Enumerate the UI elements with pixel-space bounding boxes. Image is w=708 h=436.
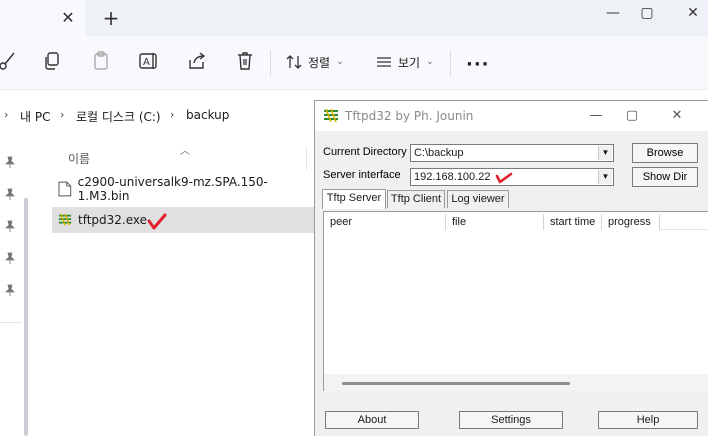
toolbar-divider	[270, 50, 271, 76]
close-window-icon[interactable]: ✕	[676, 2, 708, 24]
column-header-progress[interactable]: progress	[602, 214, 660, 230]
server-interface-value: 192.168.100.22	[414, 171, 491, 183]
pin-icon[interactable]	[4, 252, 16, 264]
copy-icon[interactable]	[42, 50, 66, 74]
file-icon	[58, 181, 72, 197]
cut-icon[interactable]	[0, 50, 24, 74]
view-label: 보기	[398, 55, 421, 70]
navigation-pane	[0, 136, 22, 436]
file-name: c2900-universalk9-mz.SPA.150-1.M3.bin	[77, 175, 268, 203]
pin-icon[interactable]	[4, 188, 16, 200]
pin-icon[interactable]	[4, 220, 16, 232]
column-header-name[interactable]: 이름	[68, 150, 90, 167]
sort-button[interactable]: 정렬 ⌄	[286, 50, 344, 74]
sort-ascending-icon: ︿	[180, 146, 190, 157]
browse-button[interactable]: Browse	[632, 143, 698, 163]
annotation-checkmark-icon	[495, 172, 513, 184]
about-button[interactable]: About	[325, 411, 419, 429]
paste-icon[interactable]	[90, 50, 114, 74]
chevron-down-icon: ⌄	[336, 57, 344, 67]
settings-button[interactable]: Settings	[459, 411, 563, 429]
tftpd32-title: Tftpd32 by Ph. Jounin	[345, 109, 474, 123]
rename-icon[interactable]: A	[138, 50, 162, 74]
svg-text:A: A	[143, 57, 150, 68]
dropdown-arrow-icon[interactable]: ▼	[598, 170, 612, 184]
explorer-tab-strip: ✕ + — ▢ ✕	[0, 0, 708, 36]
command-bar: A 정렬 ⌄ 보기 ⌄ ···	[0, 36, 708, 90]
chevron-down-icon: ⌄	[426, 57, 434, 67]
delete-icon[interactable]	[234, 50, 258, 74]
column-header-start-time[interactable]: start time	[544, 214, 602, 230]
maximize-icon[interactable]: ▢	[630, 2, 664, 24]
server-interface-label: Server interface	[323, 169, 401, 181]
pin-icon[interactable]	[4, 284, 16, 296]
view-icon	[377, 57, 391, 67]
current-directory-combo[interactable]: C:\backup ▼	[410, 144, 614, 162]
file-name: tftpd32.exe	[78, 213, 148, 227]
tab-log-viewer[interactable]: Log viewer	[447, 190, 509, 208]
maximize-icon[interactable]: ▢	[617, 105, 647, 127]
sort-icon	[286, 55, 302, 69]
file-row[interactable]: c2900-universalk9-mz.SPA.150-1.M3.bin	[52, 175, 314, 203]
scrollbar-thumb[interactable]	[342, 382, 570, 385]
annotation-checkmark-icon	[147, 213, 167, 230]
breadcrumb-item-this-pc[interactable]: 내 PC	[20, 108, 50, 125]
minimize-icon[interactable]: —	[596, 2, 630, 24]
pin-icon[interactable]	[4, 156, 16, 168]
chevron-right-icon: ›	[60, 108, 65, 121]
share-icon[interactable]	[186, 50, 210, 74]
close-window-icon[interactable]: ✕	[662, 105, 692, 127]
current-directory-label: Current Directory	[323, 146, 407, 158]
toolbar-divider	[450, 50, 451, 76]
horizontal-scrollbar[interactable]	[324, 374, 708, 392]
tftpd-app-icon	[324, 108, 338, 123]
more-options-icon[interactable]: ···	[466, 54, 490, 75]
column-header-peer[interactable]: peer	[324, 214, 446, 230]
minimize-icon[interactable]: —	[581, 105, 611, 127]
column-divider[interactable]	[306, 146, 307, 170]
dropdown-arrow-icon[interactable]: ▼	[598, 146, 612, 160]
chevron-right-icon: ›	[4, 108, 9, 121]
breadcrumb-item-local-disk[interactable]: 로컬 디스크 (C:)	[76, 108, 161, 125]
tftpd-app-icon	[58, 213, 72, 226]
vertical-scrollbar[interactable]	[24, 198, 28, 436]
file-row[interactable]: tftpd32.exe	[52, 207, 314, 233]
current-directory-value: C:\backup	[414, 147, 464, 159]
chevron-right-icon: ›	[170, 108, 175, 121]
sort-label: 정렬	[308, 55, 331, 70]
view-button[interactable]: 보기 ⌄	[376, 50, 434, 74]
nav-divider	[0, 322, 22, 323]
tftpd32-window: Tftpd32 by Ph. Jounin — ▢ ✕ Current Dire…	[314, 100, 708, 436]
list-header: peer file start time progress	[324, 212, 708, 230]
help-button[interactable]: Help	[598, 411, 698, 429]
show-dir-button[interactable]: Show Dir	[632, 167, 698, 187]
tab-tftp-server[interactable]: Tftp Server	[322, 189, 386, 209]
tab-tftp-client[interactable]: Tftp Client	[387, 190, 445, 208]
column-header-file[interactable]: file	[446, 214, 544, 230]
close-tab-icon[interactable]: ✕	[58, 8, 78, 28]
explorer-tab[interactable]: ✕	[0, 0, 86, 36]
tftp-server-transfer-list[interactable]: peer file start time progress	[323, 211, 708, 392]
new-tab-icon[interactable]: +	[100, 8, 122, 30]
breadcrumb-item-backup[interactable]: backup	[186, 108, 229, 122]
tftpd32-title-bar[interactable]: Tftpd32 by Ph. Jounin — ▢ ✕	[315, 101, 708, 131]
